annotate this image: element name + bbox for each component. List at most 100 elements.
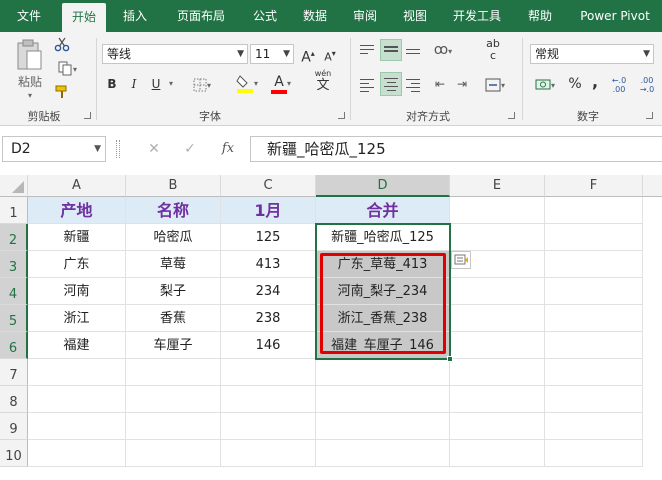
phonetic-guide-button[interactable]: wén 文: [308, 68, 338, 92]
col-header-b[interactable]: B: [126, 175, 221, 197]
cell-a4[interactable]: 河南: [28, 278, 126, 305]
cell-e8[interactable]: [450, 386, 545, 413]
cell-b4[interactable]: 梨子: [126, 278, 221, 305]
col-header-a[interactable]: A: [28, 175, 126, 197]
tab-review[interactable]: 审阅: [342, 0, 388, 32]
cell-e4[interactable]: [450, 278, 545, 305]
tab-file[interactable]: 文件: [0, 0, 58, 32]
cell-b5[interactable]: 香蕉: [126, 305, 221, 332]
align-left-icon[interactable]: [360, 76, 376, 95]
cell-f6[interactable]: [545, 332, 643, 359]
row-header-5[interactable]: 5: [0, 305, 28, 332]
cut-button[interactable]: [52, 36, 72, 56]
cell-d3[interactable]: 广东_草莓_413: [316, 251, 450, 278]
shrink-font-button[interactable]: A▾: [320, 44, 340, 68]
bold-button[interactable]: B: [104, 74, 120, 94]
number-format-select[interactable]: 常规 ▼: [530, 44, 654, 64]
cell-d4[interactable]: 河南_梨子_234: [316, 278, 450, 305]
cell-c1[interactable]: 1月: [221, 197, 316, 224]
row-header-4[interactable]: 4: [0, 278, 28, 305]
percent-button[interactable]: %: [566, 74, 584, 94]
select-all-corner[interactable]: [0, 175, 28, 197]
accounting-format-button[interactable]: ▾: [530, 74, 560, 96]
cell-f1[interactable]: [545, 197, 643, 224]
row-header-3[interactable]: 3: [0, 251, 28, 278]
row-header-6[interactable]: 6: [0, 332, 28, 359]
tab-page-layout[interactable]: 页面布局: [164, 0, 238, 32]
cell-b10[interactable]: [126, 440, 221, 467]
cell-c3[interactable]: 413: [221, 251, 316, 278]
formula-input[interactable]: 新疆_哈密瓜_125: [250, 136, 662, 162]
cell-d1[interactable]: 合并: [316, 197, 450, 224]
cell-f4[interactable]: [545, 278, 643, 305]
cell-a1[interactable]: 产地: [28, 197, 126, 224]
decrease-decimal-button[interactable]: .00 →.0: [634, 76, 660, 94]
cell-c5[interactable]: 238: [221, 305, 316, 332]
confirm-icon[interactable]: ✓: [180, 138, 200, 160]
cell-f10[interactable]: [545, 440, 643, 467]
align-bottom-icon[interactable]: [406, 46, 422, 57]
font-name-select[interactable]: 等线 ▼: [102, 44, 248, 64]
tab-power-pivot[interactable]: Power Pivot: [570, 0, 660, 32]
cell-d6[interactable]: 福建_车厘子_146: [316, 332, 450, 359]
increase-decimal-button[interactable]: ←.0 .00: [606, 76, 632, 94]
cell-c2[interactable]: 125: [221, 224, 316, 251]
tab-developer[interactable]: 开发工具: [444, 0, 510, 32]
row-header-7[interactable]: 7: [0, 359, 28, 386]
cell-f2[interactable]: [545, 224, 643, 251]
cell-e10[interactable]: [450, 440, 545, 467]
alignment-launcher[interactable]: [508, 112, 515, 119]
cell-e5[interactable]: [450, 305, 545, 332]
cell-b3[interactable]: 草莓: [126, 251, 221, 278]
cell-c10[interactable]: [221, 440, 316, 467]
paste-button[interactable]: 粘贴 ▾: [10, 38, 50, 104]
cell-e9[interactable]: [450, 413, 545, 440]
align-center-icon[interactable]: [380, 72, 402, 96]
row-header-10[interactable]: 10: [0, 440, 28, 467]
cell-b9[interactable]: [126, 413, 221, 440]
cell-c4[interactable]: 234: [221, 278, 316, 305]
col-header-c[interactable]: C: [221, 175, 316, 197]
cell-d10[interactable]: [316, 440, 450, 467]
merge-center-button[interactable]: ▾: [480, 74, 510, 96]
align-middle-icon[interactable]: [380, 39, 402, 61]
col-header-e[interactable]: E: [450, 175, 545, 197]
row-header-9[interactable]: 9: [0, 413, 28, 440]
cell-f9[interactable]: [545, 413, 643, 440]
cell-d7[interactable]: [316, 359, 450, 386]
cell-d2[interactable]: 新疆_哈密瓜_125: [316, 224, 450, 251]
italic-button[interactable]: I: [126, 74, 142, 94]
cell-b7[interactable]: [126, 359, 221, 386]
row-header-1[interactable]: 1: [0, 197, 28, 224]
cell-d9[interactable]: [316, 413, 450, 440]
cell-c7[interactable]: [221, 359, 316, 386]
cell-d5[interactable]: 浙江_香蕉_238: [316, 305, 450, 332]
border-button[interactable]: ▾: [188, 74, 216, 96]
cell-a7[interactable]: [28, 359, 126, 386]
align-top-icon[interactable]: [360, 42, 376, 57]
cell-e6[interactable]: [450, 332, 545, 359]
cell-a8[interactable]: [28, 386, 126, 413]
copy-button[interactable]: ▾: [52, 60, 82, 80]
cell-f5[interactable]: [545, 305, 643, 332]
tab-insert[interactable]: 插入: [112, 0, 158, 32]
cell-c6[interactable]: 146: [221, 332, 316, 359]
row-header-8[interactable]: 8: [0, 386, 28, 413]
cell-c9[interactable]: [221, 413, 316, 440]
cell-b1[interactable]: 名称: [126, 197, 221, 224]
flash-fill-options-button[interactable]: [451, 251, 471, 269]
col-header-d[interactable]: D: [316, 175, 450, 197]
name-box[interactable]: D2 ▼: [2, 136, 106, 162]
clipboard-launcher[interactable]: [84, 112, 91, 119]
cell-b2[interactable]: 哈密瓜: [126, 224, 221, 251]
cell-a2[interactable]: 新疆: [28, 224, 126, 251]
orientation-button[interactable]: ꝏ▾: [428, 40, 458, 62]
cell-d8[interactable]: [316, 386, 450, 413]
tab-home[interactable]: 开始: [62, 3, 106, 32]
format-painter-button[interactable]: [52, 84, 72, 104]
increase-indent-button[interactable]: ⇥: [452, 74, 472, 94]
wrap-text-button[interactable]: ab c: [482, 38, 504, 62]
cell-f3[interactable]: [545, 251, 643, 278]
fill-handle[interactable]: [447, 356, 453, 362]
grow-font-button[interactable]: A▴: [298, 44, 318, 68]
